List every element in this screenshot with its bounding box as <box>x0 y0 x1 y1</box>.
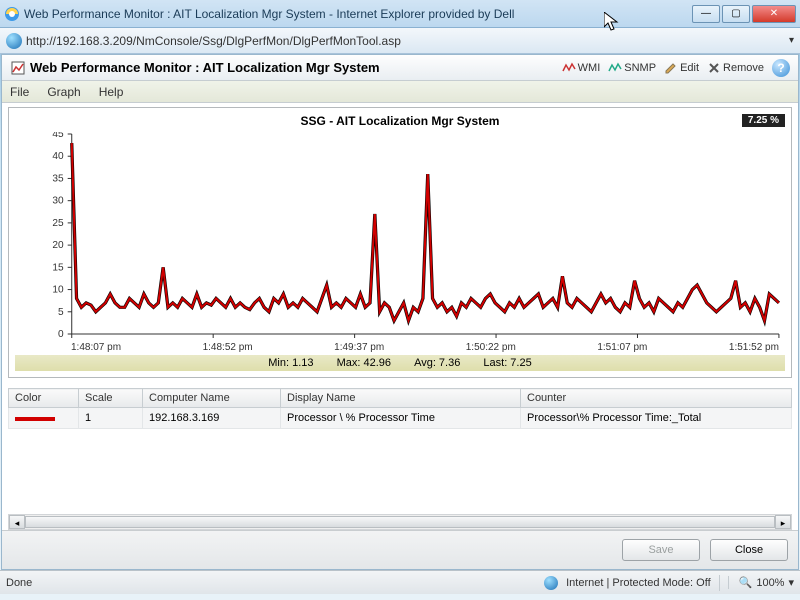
app-title: Web Performance Monitor : AIT Localizati… <box>30 60 380 75</box>
chart-stats-bar: Min: 1.13 Max: 42.96 Avg: 7.36 Last: 7.2… <box>15 355 785 371</box>
chart-title: SSG - AIT Localization Mgr System <box>301 114 500 128</box>
th-computer[interactable]: Computer Name <box>143 389 281 408</box>
svg-text:10: 10 <box>52 285 64 296</box>
svg-text:0: 0 <box>58 329 64 340</box>
dialog-button-row: Save Close <box>2 530 798 569</box>
wmi-button[interactable]: WMI <box>562 61 601 75</box>
svg-text:25: 25 <box>52 218 64 229</box>
chart-x-axis-labels: 1:48:07 pm1:48:52 pm1:49:37 pm1:50:22 pm… <box>15 342 785 353</box>
globe-icon <box>6 33 22 49</box>
scroll-thumb[interactable] <box>25 516 775 528</box>
cell-color <box>9 408 79 429</box>
page-body: Web Performance Monitor : AIT Localizati… <box>1 54 799 570</box>
th-counter[interactable]: Counter <box>521 389 792 408</box>
menu-graph[interactable]: Graph <box>47 85 80 99</box>
window-minimize-button[interactable]: — <box>692 5 720 23</box>
address-url[interactable]: http://192.168.3.209/NmConsole/Ssg/DlgPe… <box>26 34 789 48</box>
window-title: Web Performance Monitor : AIT Localizati… <box>24 7 692 21</box>
chart-plot[interactable]: 0 5 10 15 20 25 30 35 40 45 <box>15 132 785 342</box>
address-bar: http://192.168.3.209/NmConsole/Ssg/DlgPe… <box>0 28 800 54</box>
scroll-right-button[interactable]: ▸ <box>775 515 791 529</box>
edit-button[interactable]: Edit <box>664 61 699 75</box>
chart-container: SSG - AIT Localization Mgr System 7.25 %… <box>8 107 792 378</box>
counter-table: Color Scale Computer Name Display Name C… <box>8 388 792 429</box>
svg-text:40: 40 <box>52 151 64 162</box>
cell-counter: Processor\% Processor Time:_Total <box>521 408 792 429</box>
window-close-button[interactable]: ✕ <box>752 5 796 23</box>
th-color[interactable]: Color <box>9 389 79 408</box>
svg-text:5: 5 <box>58 307 64 318</box>
browser-status-bar: Done Internet | Protected Mode: Off 🔍 10… <box>0 570 800 594</box>
cell-display: Processor \ % Processor Time <box>281 408 521 429</box>
perfmon-icon <box>10 60 26 76</box>
chart-percent-badge: 7.25 % <box>742 114 785 127</box>
stat-avg: Avg: 7.36 <box>414 357 460 369</box>
svg-text:20: 20 <box>52 240 64 251</box>
menu-help[interactable]: Help <box>99 85 124 99</box>
ie-icon <box>4 6 20 22</box>
menu-bar: File Graph Help <box>2 81 798 103</box>
menu-file[interactable]: File <box>10 85 29 99</box>
window-titlebar: Web Performance Monitor : AIT Localizati… <box>0 0 800 28</box>
svg-text:15: 15 <box>52 262 64 273</box>
scroll-left-button[interactable]: ◂ <box>9 515 25 529</box>
svg-text:45: 45 <box>52 132 64 140</box>
table-row[interactable]: 1 192.168.3.169 Processor \ % Processor … <box>9 408 792 429</box>
horizontal-scrollbar[interactable]: ◂ ▸ <box>8 514 792 530</box>
save-button[interactable]: Save <box>622 539 700 561</box>
th-scale[interactable]: Scale <box>79 389 143 408</box>
cell-computer: 192.168.3.169 <box>143 408 281 429</box>
zoom-control[interactable]: 🔍 100% ▾ <box>728 576 794 589</box>
zone-globe-icon <box>544 576 558 590</box>
stat-max: Max: 42.96 <box>337 357 391 369</box>
window-maximize-button[interactable]: ▢ <box>722 5 750 23</box>
help-button[interactable]: ? <box>772 59 790 77</box>
status-done: Done <box>6 577 32 589</box>
stat-last: Last: 7.25 <box>483 357 531 369</box>
th-display[interactable]: Display Name <box>281 389 521 408</box>
close-button[interactable]: Close <box>710 539 788 561</box>
address-dropdown-icon[interactable]: ▾ <box>789 35 794 46</box>
svg-text:35: 35 <box>52 173 64 184</box>
cell-scale: 1 <box>79 408 143 429</box>
remove-button[interactable]: Remove <box>707 61 764 75</box>
stat-min: Min: 1.13 <box>268 357 313 369</box>
snmp-button[interactable]: SNMP <box>608 61 656 75</box>
svg-text:30: 30 <box>52 196 64 207</box>
app-header: Web Performance Monitor : AIT Localizati… <box>2 55 798 81</box>
status-zone: Internet | Protected Mode: Off <box>566 577 711 589</box>
